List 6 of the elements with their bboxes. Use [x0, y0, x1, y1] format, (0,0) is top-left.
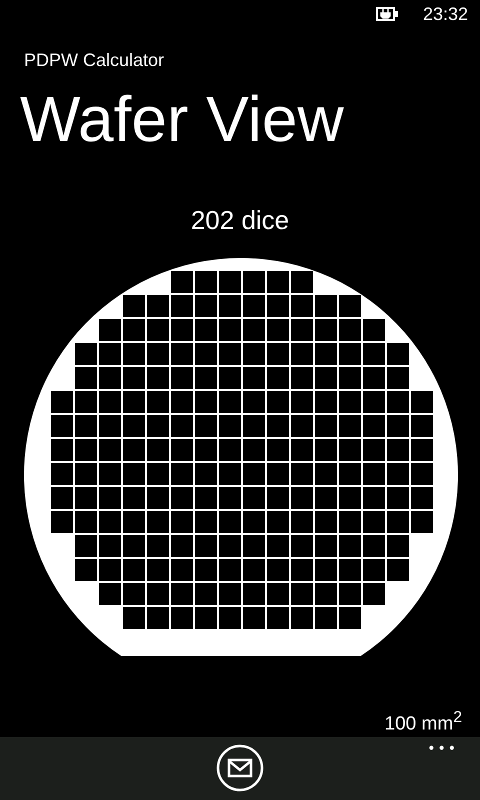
die-area: 100 mm$^{2}$	[384, 706, 462, 737]
more-button[interactable]: •••	[427, 738, 458, 759]
clock-time: 23:32	[422, 4, 468, 25]
die-count: 202 dice	[190, 205, 290, 236]
page-title: Wafer View	[20, 84, 344, 154]
app-title: PDPW Calculator	[24, 49, 164, 72]
